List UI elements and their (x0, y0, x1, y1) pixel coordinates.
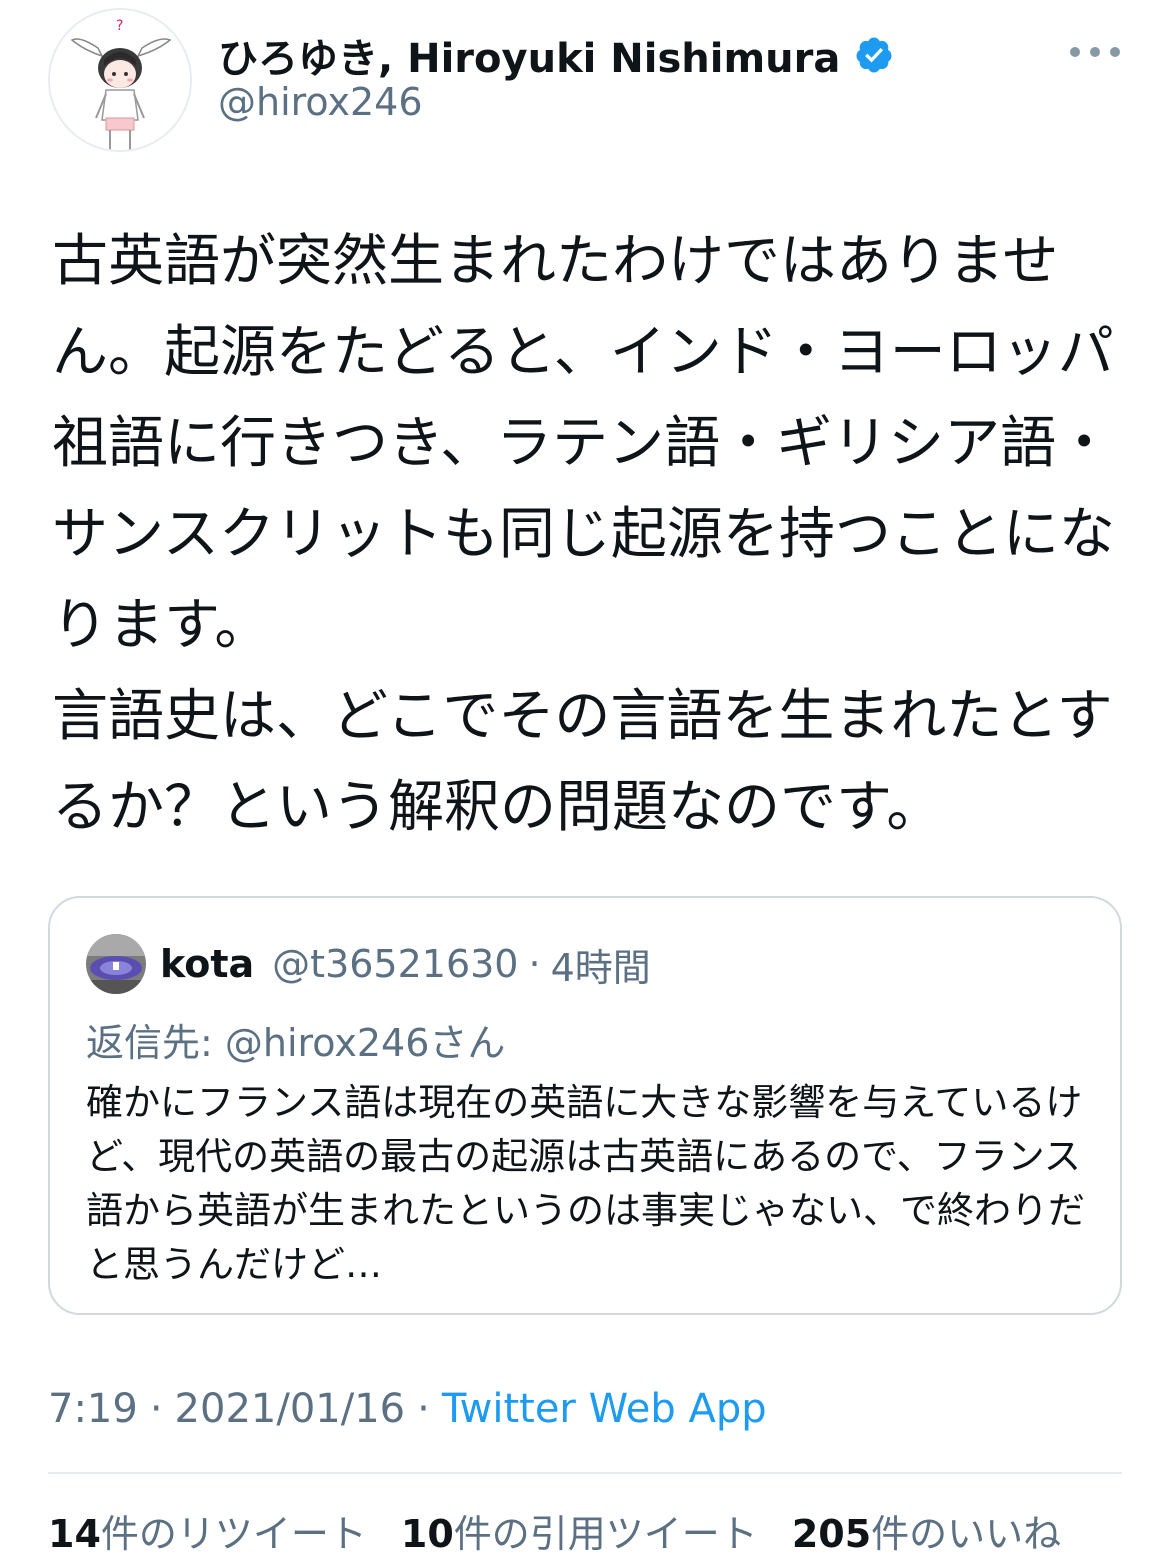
quoted-author-name[interactable]: kota (160, 942, 254, 986)
quotes-count: 10 (400, 1511, 454, 1556)
likes-count: 205 (791, 1511, 872, 1556)
avatar-illustration: ? (50, 10, 190, 150)
quotes-stat[interactable]: 10 件の引用ツイート (401, 1503, 758, 1558)
separator-dot: · (528, 942, 541, 986)
more-dot (1070, 47, 1080, 57)
quoted-tweet-time: 4時間 (550, 945, 651, 990)
tweet-text: 古英語が突然生まれたわけではありません。起源をたどると、インド・ヨーロッパ祖語に… (52, 229, 1115, 840)
tweet-meta: 7:19 · 2021/01/16 · Twitter Web App (48, 1386, 767, 1432)
author-handle[interactable]: @hirox246 (218, 80, 423, 124)
author-name-text: ひろゆき, Hiroyuki Nishimura (218, 36, 841, 82)
likes-label: 件のいいね (871, 1511, 1062, 1556)
quoted-author-handle[interactable]: @t36521630 (272, 942, 518, 986)
more-options-icon[interactable] (1070, 40, 1120, 64)
quoted-tweet-card[interactable]: kota @t36521630 · 4時間 返信先: @hirox246さん 確… (48, 896, 1122, 1315)
author-avatar[interactable]: ? (48, 8, 192, 152)
tweet-source-link[interactable]: Twitter Web App (442, 1386, 767, 1432)
stadium-photo-icon (86, 934, 146, 994)
author-name[interactable]: ひろゆき, Hiroyuki Nishimura (218, 26, 894, 84)
reply-to-label: 返信先: @hirox246さん (86, 1021, 506, 1065)
divider (48, 1472, 1122, 1474)
more-dot (1090, 47, 1100, 57)
retweets-count: 14 (48, 1511, 101, 1556)
quoted-author-avatar[interactable] (86, 934, 146, 994)
quoted-tweet-header: kota @t36521630 · 4時間 (160, 938, 651, 990)
quoted-tweet-text: 確かにフランス語は現在の英語に大きな影響を与えているけど、現代の英語の最古の起源… (86, 1081, 1085, 1286)
tweet-date[interactable]: 2021/01/16 (175, 1386, 406, 1432)
more-dot (1110, 47, 1120, 57)
verified-badge-icon (854, 35, 894, 75)
tweet-time[interactable]: 7:19 (48, 1386, 138, 1432)
likes-stat[interactable]: 205 件のいいね (792, 1503, 1061, 1558)
quotes-label: 件の引用ツイート (453, 1511, 758, 1556)
svg-text:?: ? (116, 18, 123, 34)
retweets-stat[interactable]: 14 件のリツイート (48, 1503, 367, 1558)
retweets-label: 件のリツイート (100, 1511, 367, 1556)
tweet-detail: ? ひろゆき, Hiroyuki Nishimura @hirox246 古英語… (0, 0, 1170, 1567)
tweet-stats: 14 件のリツイート 10 件の引用ツイート 205 件のいいね (48, 1502, 1095, 1558)
separator-dot: · (149, 1386, 163, 1432)
separator-dot: · (417, 1386, 430, 1432)
